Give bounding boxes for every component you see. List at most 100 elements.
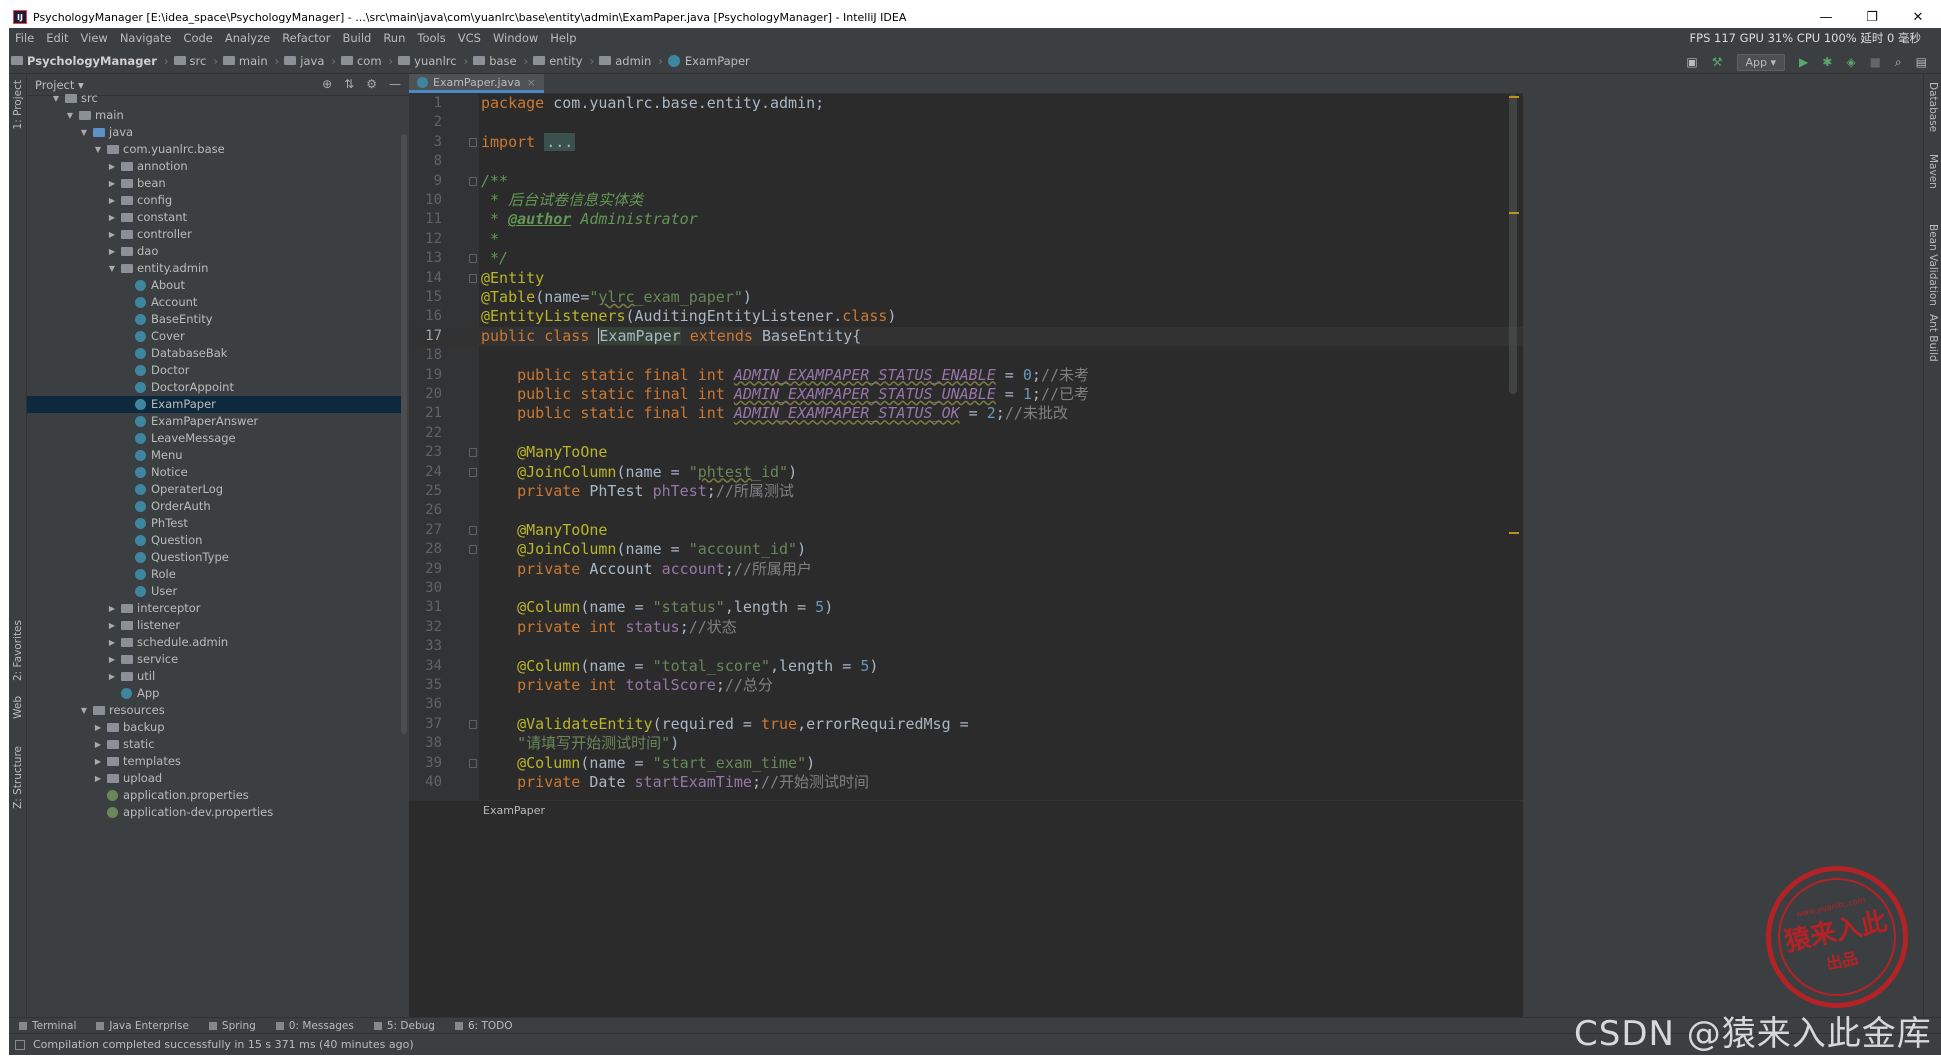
breadcrumb-exampaper[interactable]: ExamPaper [666,54,754,68]
ant-build-tool-button[interactable]: Ant Build [1927,314,1939,362]
tree-item[interactable]: QuestionType [27,549,407,566]
tool-tab-5-debug[interactable]: 5: Debug [364,1020,445,1032]
menu-tools[interactable]: Tools [411,31,451,45]
structure-tool-button[interactable]: Z: Structure [12,746,24,809]
tree-item[interactable]: ▶ constant [27,209,407,226]
warning-marker[interactable] [1509,212,1519,214]
menu-help[interactable]: Help [544,31,582,45]
tree-item[interactable]: application.properties [27,787,407,804]
chevron-right-icon[interactable]: ▶ [107,158,117,175]
search-icon[interactable]: ⌕ [1895,55,1902,70]
chevron-right-icon[interactable]: ▶ [107,175,117,192]
tree-item[interactable]: ▼ entity.admin [27,260,407,277]
tree-item[interactable]: ▶ templates [27,753,407,770]
coverage-icon[interactable]: ◈ [1846,55,1855,69]
breadcrumb-src[interactable]: src [172,54,211,68]
breadcrumb-java[interactable]: java [282,54,328,68]
run-config-select[interactable]: App ▾ [1736,53,1786,71]
tree-item[interactable]: ▶ listener [27,617,407,634]
tree-item[interactable]: ▶ bean [27,175,407,192]
tree-item[interactable]: ▼ com.yuanlrc.base [27,141,407,158]
tree-item[interactable]: ▼ resources [27,702,407,719]
tree-item[interactable]: OperaterLog [27,481,407,498]
chevron-right-icon[interactable]: ▶ [107,209,117,226]
menu-navigate[interactable]: Navigate [114,31,178,45]
menu-analyze[interactable]: Analyze [219,31,276,45]
tool-tab-6-todo[interactable]: 6: TODO [445,1020,523,1032]
tool-tab-java-enterprise[interactable]: Java Enterprise [86,1020,199,1032]
tree-item[interactable]: ▶ annotion [27,158,407,175]
tool-tab-0-messages[interactable]: 0: Messages [266,1020,364,1032]
structure-breadcrumb[interactable]: ExamPaper [409,800,1523,820]
chevron-right-icon[interactable]: ▶ [93,753,103,770]
run-icon[interactable]: ▶ [1799,55,1808,69]
maven-tool-button[interactable]: Maven [1927,154,1939,189]
tree-item[interactable]: ExamPaper [27,396,407,413]
chevron-right-icon[interactable]: ▶ [107,243,117,260]
project-tool-button[interactable]: 1: Project [12,80,24,129]
tree-item[interactable]: ▼ main [27,107,407,124]
fold-marker-icon[interactable] [469,254,477,264]
tree-item[interactable]: ▶ controller [27,226,407,243]
tree-item[interactable]: Question [27,532,407,549]
tree-item[interactable]: ▶ schedule.admin [27,634,407,651]
build-hammer-icon[interactable]: ⚒ [1712,55,1723,69]
chevron-right-icon[interactable]: ▶ [93,770,103,787]
tree-item[interactable]: ExamPaperAnswer [27,413,407,430]
layout-icon[interactable]: ▤ [1916,55,1927,69]
collapse-all-icon[interactable]: ⇅ [344,77,354,91]
warning-marker[interactable] [1509,532,1519,534]
close-tab-icon[interactable]: × [527,76,536,89]
fold-marker-icon[interactable] [469,719,477,729]
status-toggle-icon[interactable] [15,1039,25,1050]
chevron-right-icon[interactable]: ▶ [107,617,117,634]
menu-window[interactable]: Window [487,31,544,45]
tree-item[interactable]: Doctor [27,362,407,379]
menu-edit[interactable]: Edit [40,31,74,45]
fold-marker-icon[interactable] [469,176,477,186]
tree-item[interactable]: DatabaseBak [27,345,407,362]
locate-icon[interactable]: ⊕ [322,77,332,91]
fold-marker-icon[interactable] [469,467,477,477]
tree-item[interactable]: Role [27,566,407,583]
breadcrumb-admin[interactable]: admin [597,54,655,68]
fold-marker-icon[interactable] [469,545,477,555]
hide-panel-icon[interactable]: — [389,77,401,91]
project-structure-icon[interactable]: ▣ [1686,55,1697,69]
tree-item[interactable]: App [27,685,407,702]
chevron-down-icon[interactable]: ▼ [79,124,89,141]
tree-item[interactable]: ▶ dao [27,243,407,260]
minimize-button[interactable]: — [1803,6,1849,28]
bean-validation-tool-button[interactable]: Bean Validation [1927,224,1939,306]
tool-tab-terminal[interactable]: Terminal [9,1020,86,1032]
tree-item[interactable]: Account [27,294,407,311]
chevron-right-icon[interactable]: ▶ [107,634,117,651]
tree-item[interactable]: BaseEntity [27,311,407,328]
tree-item[interactable]: ▶ util [27,668,407,685]
warning-marker[interactable] [1509,96,1519,98]
fold-marker-icon[interactable] [469,273,477,283]
web-tool-button[interactable]: Web [12,696,24,719]
tab-exampaper[interactable]: ExamPaper.java × [409,74,544,93]
chevron-down-icon[interactable]: ▼ [79,702,89,719]
tree-item[interactable]: Menu [27,447,407,464]
menu-code[interactable]: Code [177,31,218,45]
fold-marker-icon[interactable] [469,448,477,458]
breadcrumb-yuanlrc[interactable]: yuanlrc [396,54,460,68]
tree-item[interactable]: ▶ static [27,736,407,753]
chevron-right-icon[interactable]: ▶ [107,600,117,617]
close-button[interactable]: ✕ [1895,6,1941,28]
favorites-tool-button[interactable]: 2: Favorites [12,620,24,681]
menu-view[interactable]: View [75,31,114,45]
tree-item[interactable]: Notice [27,464,407,481]
menu-vcs[interactable]: VCS [452,31,487,45]
menu-build[interactable]: Build [336,31,377,45]
tree-item[interactable]: ▶ interceptor [27,600,407,617]
chevron-right-icon[interactable]: ▶ [107,192,117,209]
breadcrumb-entity[interactable]: entity [531,54,586,68]
tree-item[interactable]: ▶ backup [27,719,407,736]
breadcrumb-main[interactable]: main [221,54,272,68]
code-area[interactable]: 1 package com.yuanlrc.base.entity.admin; 2… [409,94,1523,800]
fold-marker-icon[interactable] [469,137,477,147]
tree-item[interactable]: DoctorAppoint [27,379,407,396]
